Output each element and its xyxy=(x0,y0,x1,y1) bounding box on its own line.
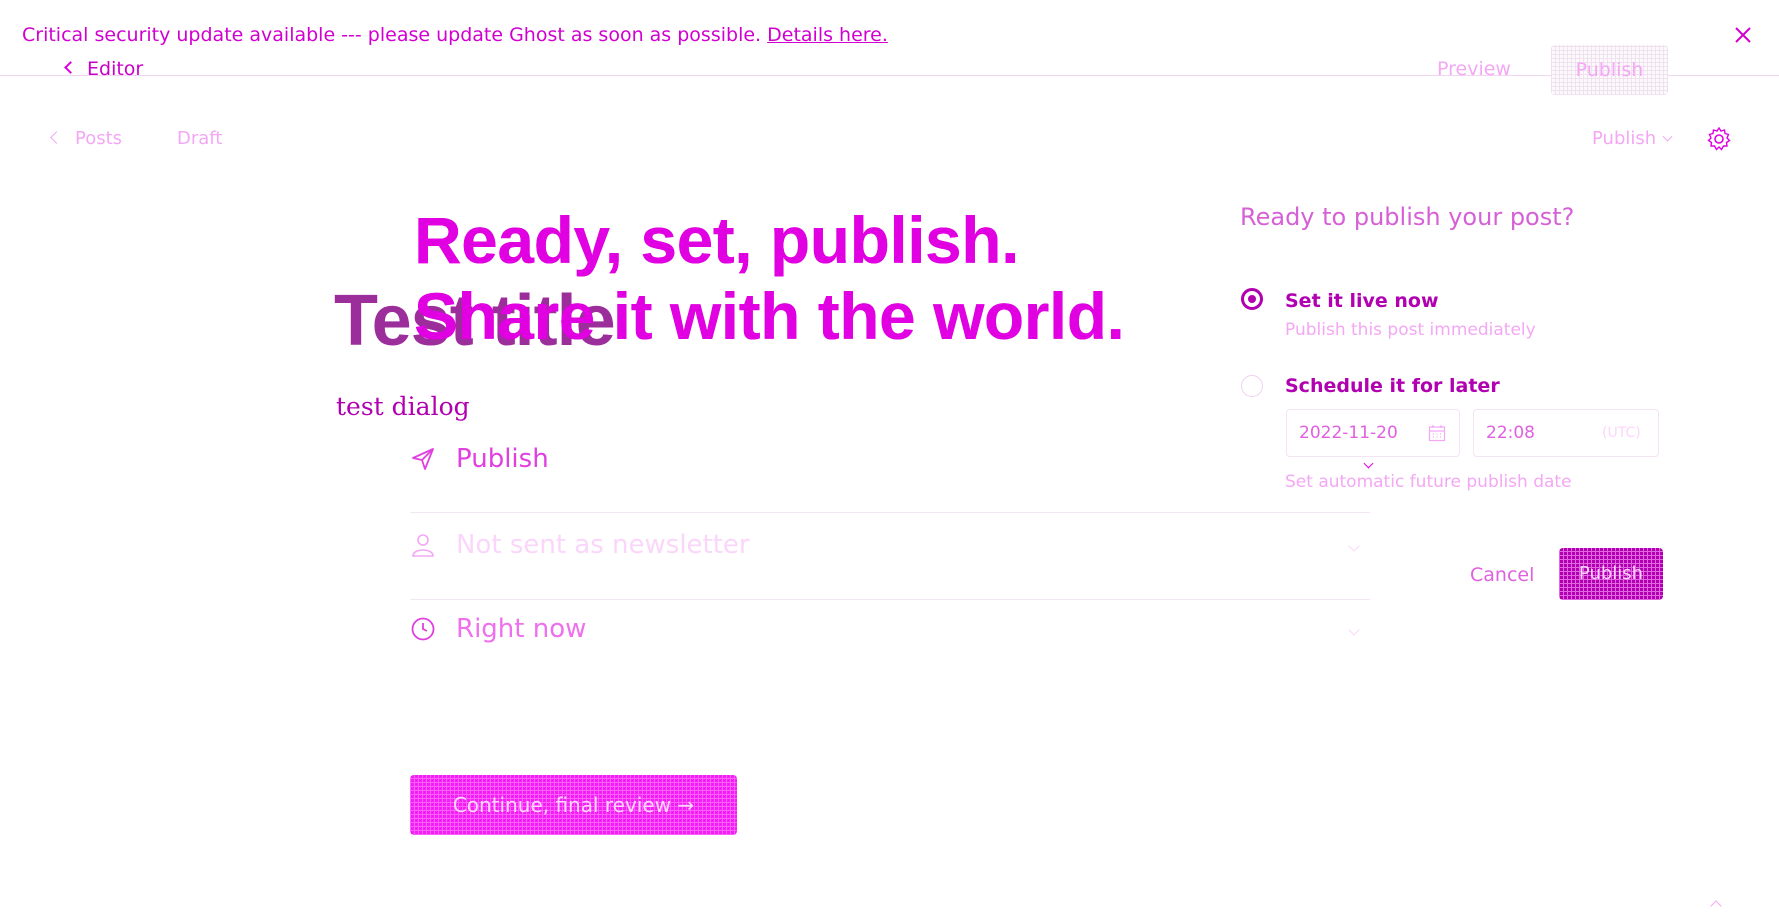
post-status: Draft xyxy=(177,128,223,149)
publish-type-option[interactable]: Publish xyxy=(410,426,1370,498)
radio-set-live-now[interactable] xyxy=(1241,288,1263,310)
option-label: Publish xyxy=(456,444,549,474)
option-title[interactable]: Schedule it for later xyxy=(1285,375,1500,397)
publish-menu-label: Publish xyxy=(1592,128,1657,149)
post-body: test dialog xyxy=(336,392,470,421)
date-input[interactable]: 2022-11-20 xyxy=(1286,409,1460,469)
popover-title: Ready to publish your post? xyxy=(1240,203,1575,231)
clock-icon xyxy=(411,617,435,641)
divider xyxy=(0,75,1779,76)
cancel-button[interactable]: Cancel xyxy=(1470,564,1534,586)
gear-icon[interactable] xyxy=(1706,126,1732,152)
hero-headline-2: Share it with the world. xyxy=(414,279,1125,353)
preview-button[interactable]: Preview xyxy=(1437,58,1511,80)
banner-message: Critical security update available --- p… xyxy=(22,24,762,46)
user-icon xyxy=(412,534,434,557)
option-title[interactable]: Set it live now xyxy=(1285,290,1439,312)
time-value: 22:08 xyxy=(1486,423,1535,443)
option-description: Set automatic future publish date xyxy=(1285,472,1572,492)
chevron-up-icon[interactable] xyxy=(1710,900,1722,912)
banner-text: Critical security update available --- p… xyxy=(22,24,888,46)
hero-headline-1: Ready, set, publish. xyxy=(414,203,1019,277)
security-banner: Critical security update available --- p… xyxy=(0,0,1779,76)
back-label: Editor xyxy=(87,58,144,80)
send-icon xyxy=(412,448,434,470)
radio-schedule-later[interactable] xyxy=(1241,375,1263,397)
breadcrumb-label: Posts xyxy=(75,128,123,149)
time-input[interactable]: 22:08 (UTC) xyxy=(1473,409,1659,457)
publish-button[interactable]: Publish xyxy=(1559,548,1663,600)
option-label: Not sent as newsletter xyxy=(456,530,750,560)
option-description: Publish this post immediately xyxy=(1285,320,1536,340)
close-icon[interactable] xyxy=(1728,20,1758,50)
chevron-left-icon xyxy=(50,130,63,144)
calendar-icon xyxy=(1428,425,1446,442)
header-publish-button[interactable]: Publish xyxy=(1551,45,1668,95)
breadcrumb-posts[interactable]: Posts xyxy=(50,128,123,149)
date-value: 2022-11-20 xyxy=(1299,423,1398,443)
continue-button[interactable]: Continue, final review → xyxy=(410,775,737,835)
banner-details-link[interactable]: Details here. xyxy=(767,24,888,46)
schedule-option[interactable]: Right now xyxy=(410,596,1370,668)
back-to-editor-button[interactable]: Editor xyxy=(64,58,144,80)
chevron-left-icon xyxy=(64,61,77,74)
newsletter-option[interactable]: Not sent as newsletter xyxy=(410,512,1370,584)
timezone-label: (UTC) xyxy=(1602,425,1641,441)
option-label: Right now xyxy=(456,614,587,644)
publish-menu-trigger[interactable]: Publish xyxy=(1592,128,1673,149)
chevron-down-icon xyxy=(1348,540,1360,552)
chevron-down-icon xyxy=(1348,624,1360,636)
chevron-down-icon xyxy=(1662,131,1673,142)
